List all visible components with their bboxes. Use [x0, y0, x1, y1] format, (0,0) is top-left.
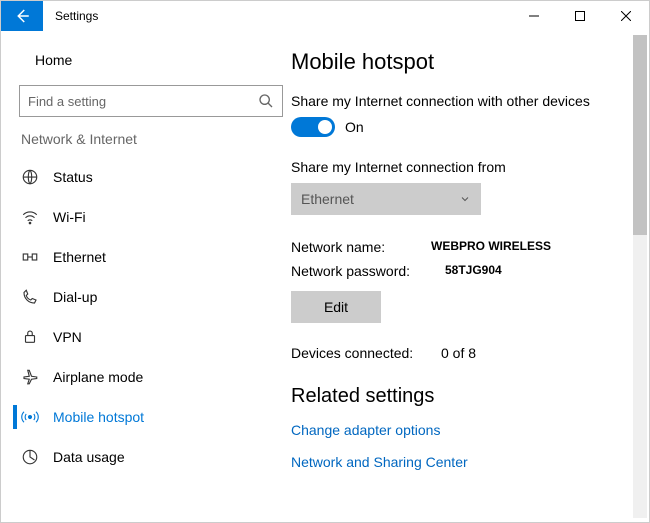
- sidebar-item-label: Dial-up: [53, 289, 97, 305]
- devices-value: 0 of 8: [441, 345, 476, 361]
- wifi-icon: [21, 208, 39, 226]
- minimize-button[interactable]: [511, 1, 557, 31]
- close-icon: [621, 11, 631, 21]
- sidebar-item-hotspot[interactable]: Mobile hotspot: [13, 397, 291, 437]
- search-input-wrap[interactable]: [19, 85, 283, 117]
- airplane-icon: [21, 368, 39, 386]
- share-toggle-label: Share my Internet connection with other …: [291, 93, 615, 109]
- search-icon: [258, 93, 274, 109]
- sidebar-item-label: Data usage: [53, 449, 125, 465]
- page-heading: Mobile hotspot: [291, 49, 615, 75]
- link-adapter-options[interactable]: Change adapter options: [291, 422, 615, 438]
- phone-icon: [21, 288, 39, 306]
- network-password-label: Network password:: [291, 263, 431, 279]
- arrow-left-icon: [13, 7, 31, 25]
- sidebar-item-label: Mobile hotspot: [53, 409, 144, 425]
- maximize-icon: [575, 11, 585, 21]
- sidebar-item-status[interactable]: Status: [13, 157, 291, 197]
- minimize-icon: [529, 11, 539, 21]
- chevron-down-icon: [459, 193, 471, 205]
- active-indicator: [13, 405, 17, 429]
- back-button[interactable]: [1, 1, 43, 31]
- titlebar: Settings: [1, 1, 649, 31]
- sidebar-item-label: Wi-Fi: [53, 209, 86, 225]
- category-label: Network & Internet: [13, 127, 291, 157]
- sidebar-item-data[interactable]: Data usage: [13, 437, 291, 477]
- globe-icon: [21, 168, 39, 186]
- network-password-value: 58TJG904: [431, 263, 502, 279]
- vpn-icon: [21, 328, 39, 346]
- share-toggle[interactable]: [291, 117, 335, 137]
- sidebar-item-label: VPN: [53, 329, 82, 345]
- dropdown-value: Ethernet: [301, 191, 354, 207]
- sidebar-item-dialup[interactable]: Dial-up: [13, 277, 291, 317]
- scrollbar[interactable]: [633, 35, 647, 518]
- sidebar-item-wifi[interactable]: Wi-Fi: [13, 197, 291, 237]
- scrollbar-thumb[interactable]: [633, 35, 647, 235]
- edit-button[interactable]: Edit: [291, 291, 381, 323]
- ethernet-icon: [21, 248, 39, 266]
- hotspot-icon: [21, 408, 39, 426]
- network-name-label: Network name:: [291, 239, 431, 255]
- main-content: Mobile hotspot Share my Internet connect…: [291, 31, 649, 522]
- related-heading: Related settings: [291, 385, 615, 408]
- sidebar-item-ethernet[interactable]: Ethernet: [13, 237, 291, 277]
- sidebar-item-label: Airplane mode: [53, 369, 143, 385]
- close-button[interactable]: [603, 1, 649, 31]
- toggle-state-label: On: [345, 119, 364, 135]
- share-from-label: Share my Internet connection from: [291, 159, 615, 175]
- sidebar: Home Network & Internet Status Wi-Fi Eth…: [1, 31, 291, 522]
- sidebar-item-label: Status: [53, 169, 93, 185]
- data-icon: [21, 448, 39, 466]
- maximize-button[interactable]: [557, 1, 603, 31]
- sidebar-item-airplane[interactable]: Airplane mode: [13, 357, 291, 397]
- share-from-dropdown[interactable]: Ethernet: [291, 183, 481, 215]
- window-title: Settings: [43, 1, 98, 31]
- home-nav[interactable]: Home: [13, 41, 291, 79]
- toggle-knob: [318, 120, 332, 134]
- link-network-sharing[interactable]: Network and Sharing Center: [291, 454, 615, 470]
- sidebar-item-vpn[interactable]: VPN: [13, 317, 291, 357]
- home-label: Home: [35, 52, 72, 68]
- sidebar-item-label: Ethernet: [53, 249, 106, 265]
- devices-label: Devices connected:: [291, 345, 441, 361]
- search-input[interactable]: [28, 94, 258, 109]
- network-name-value: WEBPRO WIRELESS: [431, 239, 551, 255]
